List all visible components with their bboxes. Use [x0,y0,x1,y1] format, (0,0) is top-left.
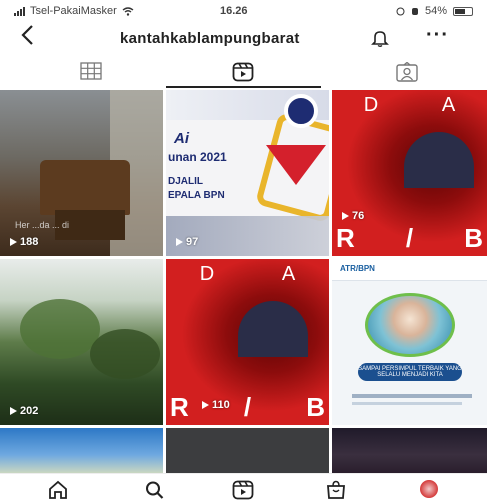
reel-play-count: 76 [342,210,364,222]
reel-thumbnail-text: A [281,263,296,285]
reel-thumbnail-banner: SAMPAI PERSIMPUL TERBAIK YANG SELALU MEN… [358,363,462,381]
search-icon [146,481,164,499]
nav-shop[interactable] [325,480,347,500]
more-button[interactable]: ··· [426,24,449,47]
battery-icon [453,6,473,16]
reel-thumbnail-shape [90,329,160,379]
tagged-icon [396,61,418,82]
reel-play-count: 97 [176,236,198,248]
reel-views: 97 [186,236,199,248]
reel-play-count: 110 [202,399,230,411]
reel-thumbnail-text: R [336,223,355,253]
reel-thumbnail-shape [20,299,100,359]
reel-tile[interactable]: D A R / B 110 [166,259,329,425]
grid-icon [80,62,102,80]
tab-reels[interactable] [232,62,254,82]
play-icon [176,238,183,246]
reel-views: 76 [352,210,365,222]
reel-views: 188 [20,236,39,248]
status-left: Tsel-PakaiMasker [14,5,134,17]
profile-header: kantahkablampungbarat ··· [0,22,487,56]
reels-icon [232,480,254,500]
reel-views: 110 [212,399,230,411]
signal-icon [14,6,25,16]
tab-active-indicator [166,86,321,88]
carrier-label: Tsel-PakaiMasker [30,5,117,17]
location-icon [396,7,405,15]
reel-tile[interactable] [332,428,487,473]
reel-play-count: 188 [10,236,38,248]
play-icon [10,238,17,246]
reel-thumbnail-shape [266,145,326,185]
reel-play-count: 202 [10,405,38,417]
reel-thumbnail-text: / [405,223,414,253]
nav-search[interactable] [144,480,166,500]
alarm-icon [411,7,418,15]
reel-thumbnail-text: B [464,223,483,253]
status-bar: Tsel-PakaiMasker 16.26 54% [0,0,487,22]
reel-thumbnail-text: D [199,263,215,285]
reel-thumbnail-shape [284,94,318,128]
reel-thumbnail-text: unan 2021 [168,150,227,164]
battery-label: 54% [424,5,447,17]
reels-grid: Her ...da ... di 188 Ai unan 2021 DJALIL… [0,90,487,473]
reel-tile[interactable]: Her ...da ... di 188 [0,90,163,256]
reel-thumbnail-text: A [441,94,456,116]
reel-thumbnail-text: R [170,392,189,422]
reel-thumbnail-letters: D A [332,94,487,117]
reel-thumbnail-letters: R / B [332,223,487,254]
reel-thumbnail-shape [352,402,462,405]
reels-icon [232,62,254,82]
reel-thumbnail-letters: R / B [166,392,329,423]
shop-icon [327,480,345,499]
reel-caption: Her ...da ... di [15,220,70,230]
play-icon [10,407,17,415]
play-icon [202,401,209,409]
status-right: 54% [396,5,473,17]
reel-tile[interactable] [0,428,163,473]
bottom-nav [0,473,487,503]
reel-tile[interactable]: ATR/BPN SAMPAI PERSIMPUL TERBAIK YANG SE… [332,259,487,425]
reel-thumbnail-logo: ATR/BPN [340,264,375,273]
reel-thumbnail-text: Ai [174,130,189,147]
reel-thumbnail-text: DJALIL [168,176,203,187]
avatar[interactable] [420,480,438,498]
nav-home[interactable] [47,480,69,500]
chevron-left-icon [21,25,33,45]
home-icon [49,480,67,499]
bell-icon [371,31,389,47]
back-button[interactable] [20,24,34,50]
reel-tile[interactable]: 202 [0,259,163,425]
reel-tile[interactable]: Ai unan 2021 DJALIL EPALA BPN 97 [166,90,329,256]
tab-tagged[interactable] [396,61,418,82]
reel-thumbnail-photo [365,293,455,357]
reel-thumbnail-shape [352,394,472,398]
reel-views: 202 [20,405,39,417]
reel-thumbnail-bg [40,160,130,215]
reel-tile[interactable] [166,428,329,473]
profile-username: kantahkablampungbarat [120,30,300,47]
reel-thumbnail-text: EPALA BPN [168,190,225,201]
nav-reels[interactable] [232,480,254,500]
reel-thumbnail-text: B [306,392,325,422]
reel-thumbnail-letters: D A [166,263,329,286]
profile-tabs [0,56,487,88]
wifi-icon [122,6,134,16]
tab-grid[interactable] [80,62,102,82]
play-icon [342,212,349,220]
reel-thumbnail-text: / [243,392,252,422]
more-icon: ··· [426,24,449,46]
status-time: 16.26 [220,5,248,17]
notification-button[interactable] [370,28,390,48]
reel-tile[interactable]: D A R / B 76 [332,90,487,256]
reel-thumbnail-text: D [363,94,379,116]
